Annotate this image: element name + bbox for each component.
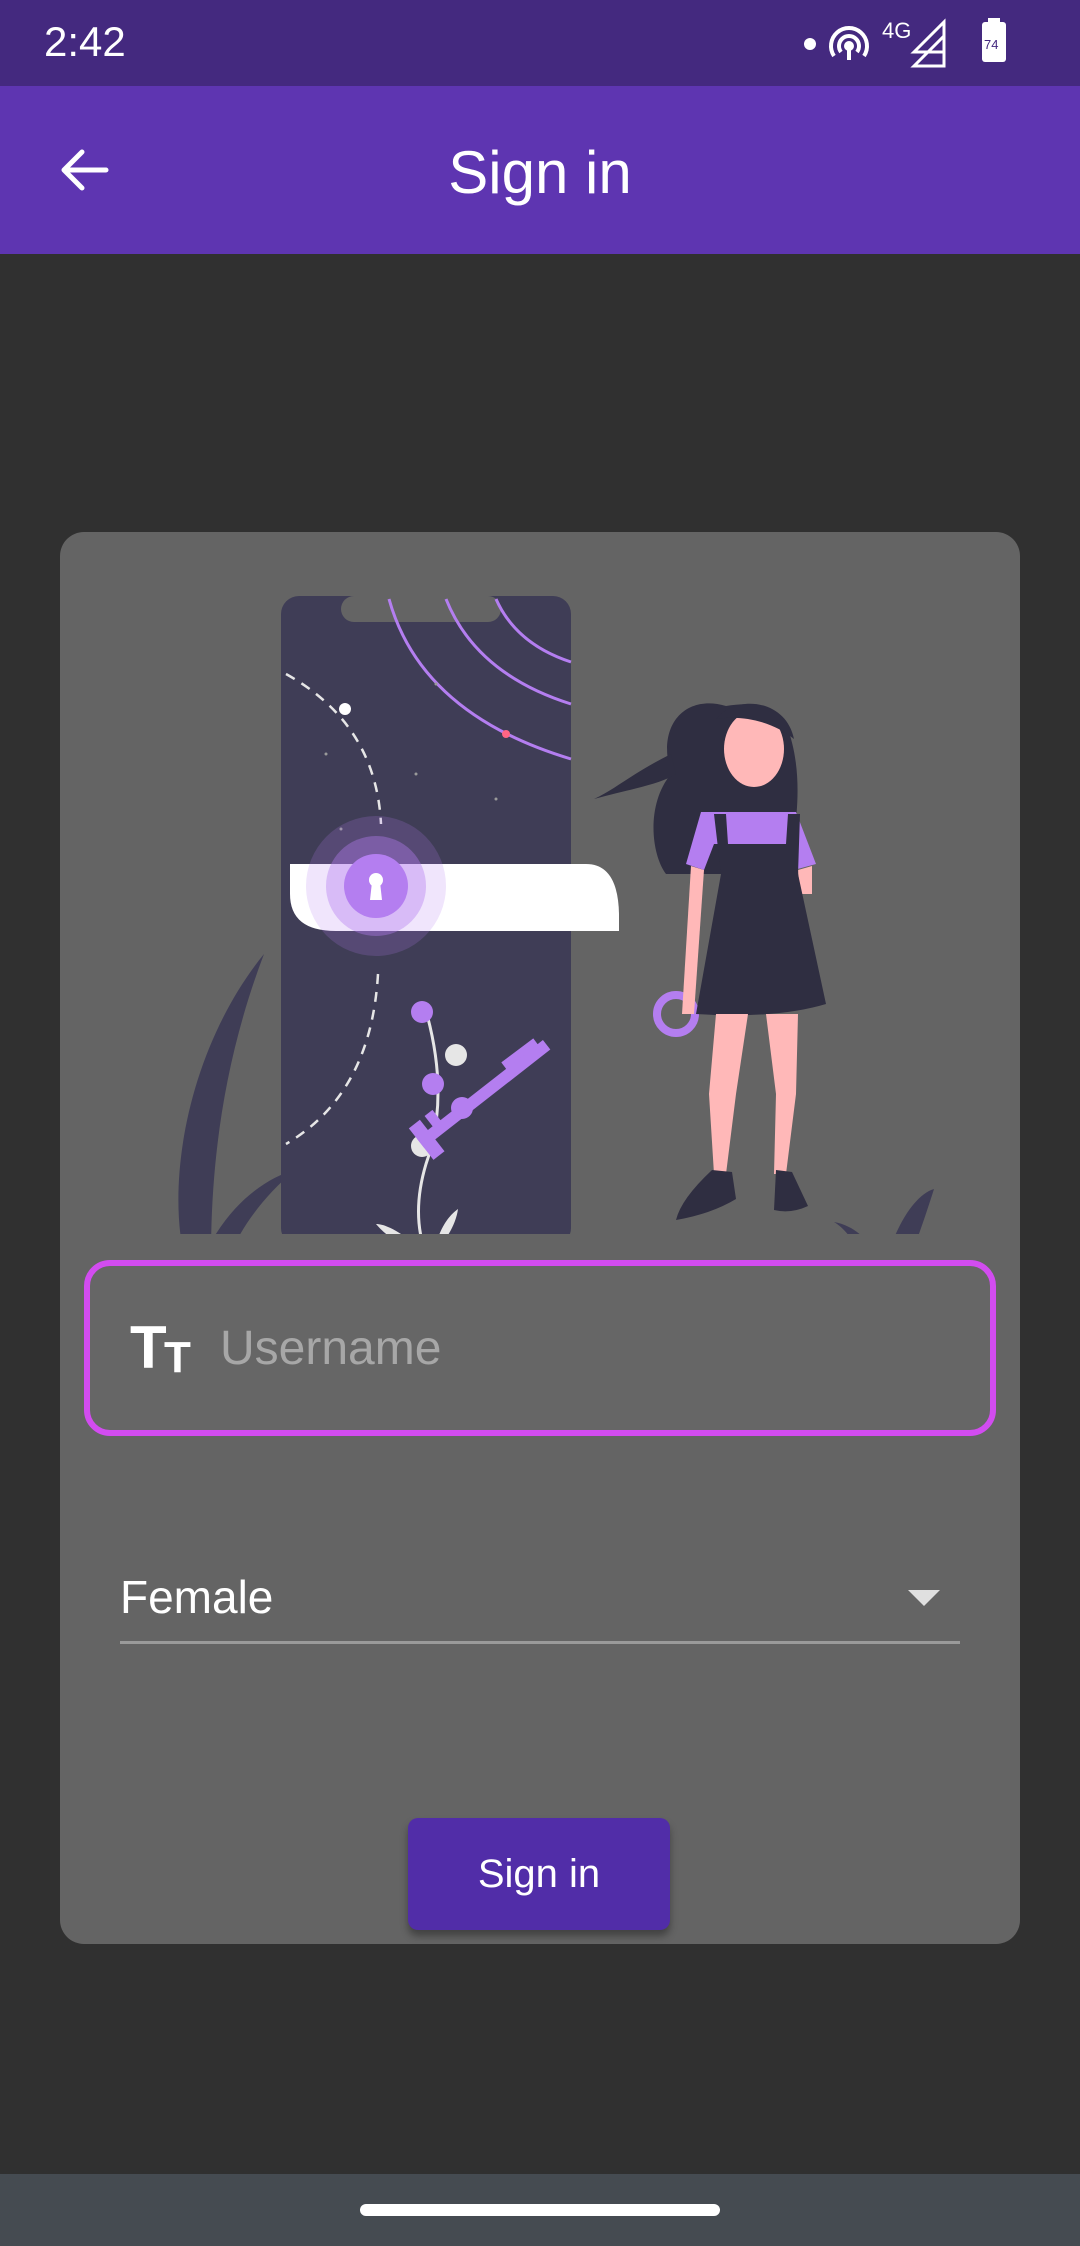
gender-selected-value: Female [120, 1571, 274, 1623]
battery-level: 74 [984, 37, 998, 52]
username-field[interactable]: TT [84, 1260, 996, 1436]
battery-icon: 74 [982, 18, 1006, 62]
dropdown-arrow-icon [908, 1590, 940, 1606]
sign-in-illustration [178, 596, 934, 1234]
sign-in-card: TT Female Sign in [60, 532, 1020, 1944]
page-title: Sign in [448, 139, 632, 206]
text-fields-icon: TT [130, 1314, 191, 1382]
navigation-bar [0, 2174, 1080, 2246]
app-bar: Sign in [0, 86, 1080, 254]
home-indicator[interactable] [360, 2204, 720, 2216]
hotspot-icon [829, 26, 869, 60]
signal-icon [910, 18, 946, 68]
gender-select[interactable]: Female [120, 1530, 960, 1644]
status-time: 2:42 [44, 18, 126, 65]
network-type: 4G [882, 18, 911, 43]
status-icons: 4G 74 [804, 18, 1006, 68]
status-bar: 2:42 4G 74 [0, 0, 1080, 86]
notification-dot-icon [804, 38, 816, 50]
sign-in-button[interactable]: Sign in [408, 1818, 670, 1930]
username-input[interactable] [220, 1306, 960, 1390]
